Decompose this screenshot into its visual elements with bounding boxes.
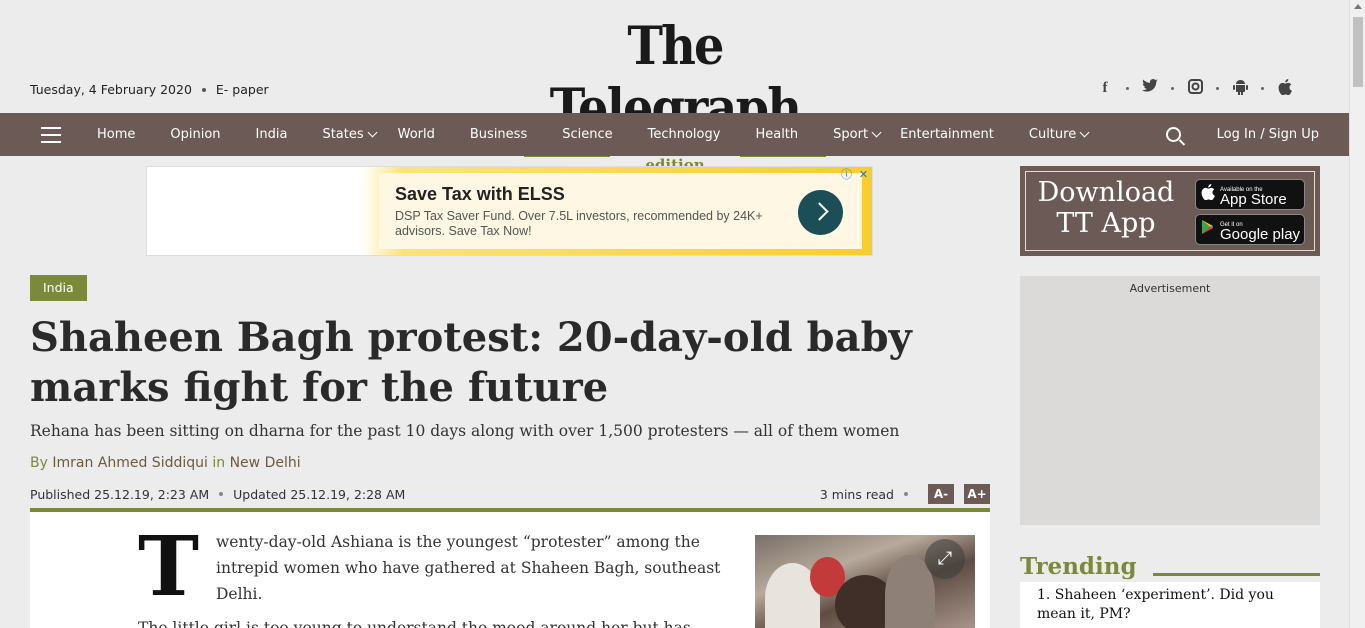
author-link[interactable]: Imran Ahmed Siddiqui <box>52 455 208 471</box>
read-time: 3 mins read <box>819 486 894 502</box>
nav-item-states[interactable]: States <box>322 127 378 142</box>
byline-location: New Delhi <box>229 455 301 471</box>
chevron-down-icon <box>871 127 882 138</box>
nav-item-label: States <box>322 127 364 142</box>
article-subhead: Rehana has been sitting on dharna for th… <box>30 422 900 440</box>
search-icon[interactable] <box>1165 127 1181 142</box>
ad-arrow-button[interactable] <box>798 190 843 235</box>
google-play-icon <box>1196 219 1220 240</box>
facebook-icon[interactable]: f <box>1096 79 1114 97</box>
separator-dot <box>1216 86 1219 90</box>
app-title-line-2: TT App <box>1056 208 1156 239</box>
category-tag[interactable]: India <box>30 275 87 301</box>
nav-item-world[interactable]: World <box>398 127 435 142</box>
info-icon[interactable]: ⓘ <box>840 168 853 181</box>
article-paragraph: wenty-day-old Ashiana is the youngest “p… <box>216 533 721 603</box>
article-paragraph: The little girl is too young to understa… <box>138 619 691 628</box>
app-store-big: App Store <box>1220 190 1287 208</box>
drop-cap: T <box>138 519 200 615</box>
nav-item-label: Sport <box>833 127 869 142</box>
scroll-up-icon[interactable] <box>1354 4 1362 9</box>
nav-item-label: Science <box>562 127 613 142</box>
app-store-button[interactable]: Available on the App Store <box>1195 179 1305 210</box>
separator-dot <box>219 492 224 496</box>
nav-item-health[interactable]: Health <box>755 127 798 142</box>
social-links: f <box>1096 79 1294 97</box>
article-body: T wenty-day-old Ashiana is the youngest … <box>30 512 990 628</box>
separator-dot <box>1171 86 1174 90</box>
byline-in: in <box>212 455 226 471</box>
nav-item-sport[interactable]: Sport <box>833 127 882 142</box>
separator-dot <box>201 87 206 92</box>
trending-title: Trending <box>1020 553 1137 580</box>
download-app-box: Download TT App Available on the App Sto… <box>1020 166 1320 256</box>
font-increase-button[interactable]: A+ <box>964 484 990 504</box>
published-time: Published 25.12.19, 2:23 AM <box>30 486 210 502</box>
menu-icon[interactable] <box>41 126 61 143</box>
twitter-icon[interactable] <box>1141 79 1159 97</box>
ad-choices: ⓘ ✕ <box>840 168 870 181</box>
app-title-line-1: Download <box>1037 177 1175 208</box>
main-nav: Home Opinion India States World Business… <box>0 113 1349 156</box>
nav-item-label: Technology <box>647 127 721 142</box>
sidebar-advertisement[interactable]: Advertisement <box>1020 276 1320 525</box>
ad-heading[interactable]: Save Tax with ELSS <box>395 184 565 205</box>
site-header: Tuesday, 4 February 2020 E- paper The Te… <box>0 0 1349 174</box>
trending-header: Trending <box>1020 552 1320 582</box>
nav-item-opinion[interactable]: Opinion <box>170 127 220 142</box>
trending-item[interactable]: 1. Shaheen ‘experiment’. Did you mean it… <box>1020 582 1320 628</box>
nav-item-label: India <box>255 127 288 142</box>
google-play-button[interactable]: Get it on Google play <box>1195 214 1305 245</box>
nav-item-science[interactable]: Science <box>562 127 612 142</box>
trending-section: Trending 1. Shaheen ‘experiment’. Did yo… <box>1020 552 1320 628</box>
advertisement-label: Advertisement <box>1129 282 1211 295</box>
nav-right: Log In / Sign Up <box>1165 113 1319 156</box>
nav-item-business[interactable]: Business <box>470 127 527 142</box>
nav-item-label: Home <box>97 127 136 142</box>
app-store-text: Available on the App Store <box>1220 185 1287 208</box>
ad-description: DSP Tax Saver Fund. Over 7.5L investors,… <box>395 209 763 238</box>
current-date: Tuesday, 4 February 2020 <box>30 82 192 97</box>
google-play-text: Get it on Google play <box>1220 220 1301 243</box>
byline-by: By <box>30 455 48 471</box>
updated-time: Updated 25.12.19, 2:28 AM <box>233 486 406 502</box>
date-row: Tuesday, 4 February 2020 E- paper <box>30 82 269 97</box>
trending-divider <box>1152 573 1320 576</box>
google-play-big: Google play <box>1220 225 1301 243</box>
apple-icon <box>1196 184 1220 205</box>
scrollbar-thumb[interactable] <box>1353 17 1363 87</box>
chevron-down-icon <box>1079 127 1090 138</box>
epaper-link[interactable]: E- paper <box>216 82 269 97</box>
nav-item-home[interactable]: Home <box>97 127 135 142</box>
nav-item-label: World <box>397 127 435 142</box>
android-icon[interactable] <box>1231 79 1249 97</box>
article-meta: Published 25.12.19, 2:23 AM Updated 25.1… <box>30 484 990 504</box>
app-box-title: Download TT App <box>1031 177 1181 239</box>
article-headline: Shaheen Bagh protest: 20-day-old baby ma… <box>30 314 912 411</box>
font-decrease-button[interactable]: A- <box>928 484 954 504</box>
expand-icon[interactable]: ⤢ <box>925 539 965 579</box>
login-link[interactable]: Log In / Sign Up <box>1217 127 1319 142</box>
scrollbar[interactable] <box>1349 0 1365 628</box>
separator-dot <box>1261 86 1264 90</box>
meta-right: 3 mins read A- A+ <box>820 484 990 504</box>
instagram-icon[interactable] <box>1186 79 1204 97</box>
nav-item-label: Culture <box>1028 127 1077 142</box>
byline: By Imran Ahmed Siddiqui in New Delhi <box>30 455 301 471</box>
apple-icon[interactable] <box>1276 79 1294 97</box>
separator-dot <box>1126 86 1129 90</box>
chevron-down-icon <box>367 127 378 138</box>
nav-item-culture[interactable]: Culture <box>1028 127 1090 142</box>
nav-item-technology[interactable]: Technology <box>648 127 721 142</box>
nav-item-label: Entertainment <box>900 127 994 142</box>
separator-dot <box>904 492 908 496</box>
ad-banner[interactable]: Save Tax with ELSS DSP Tax Saver Fund. O… <box>146 166 873 256</box>
nav-item-label: Opinion <box>170 127 221 142</box>
nav-item-label: Business <box>469 127 528 142</box>
nav-item-india[interactable]: India <box>256 127 288 142</box>
close-icon[interactable]: ✕ <box>857 168 870 181</box>
nav-item-entertainment[interactable]: Entertainment <box>900 127 994 142</box>
nav-item-label: Health <box>755 127 799 142</box>
